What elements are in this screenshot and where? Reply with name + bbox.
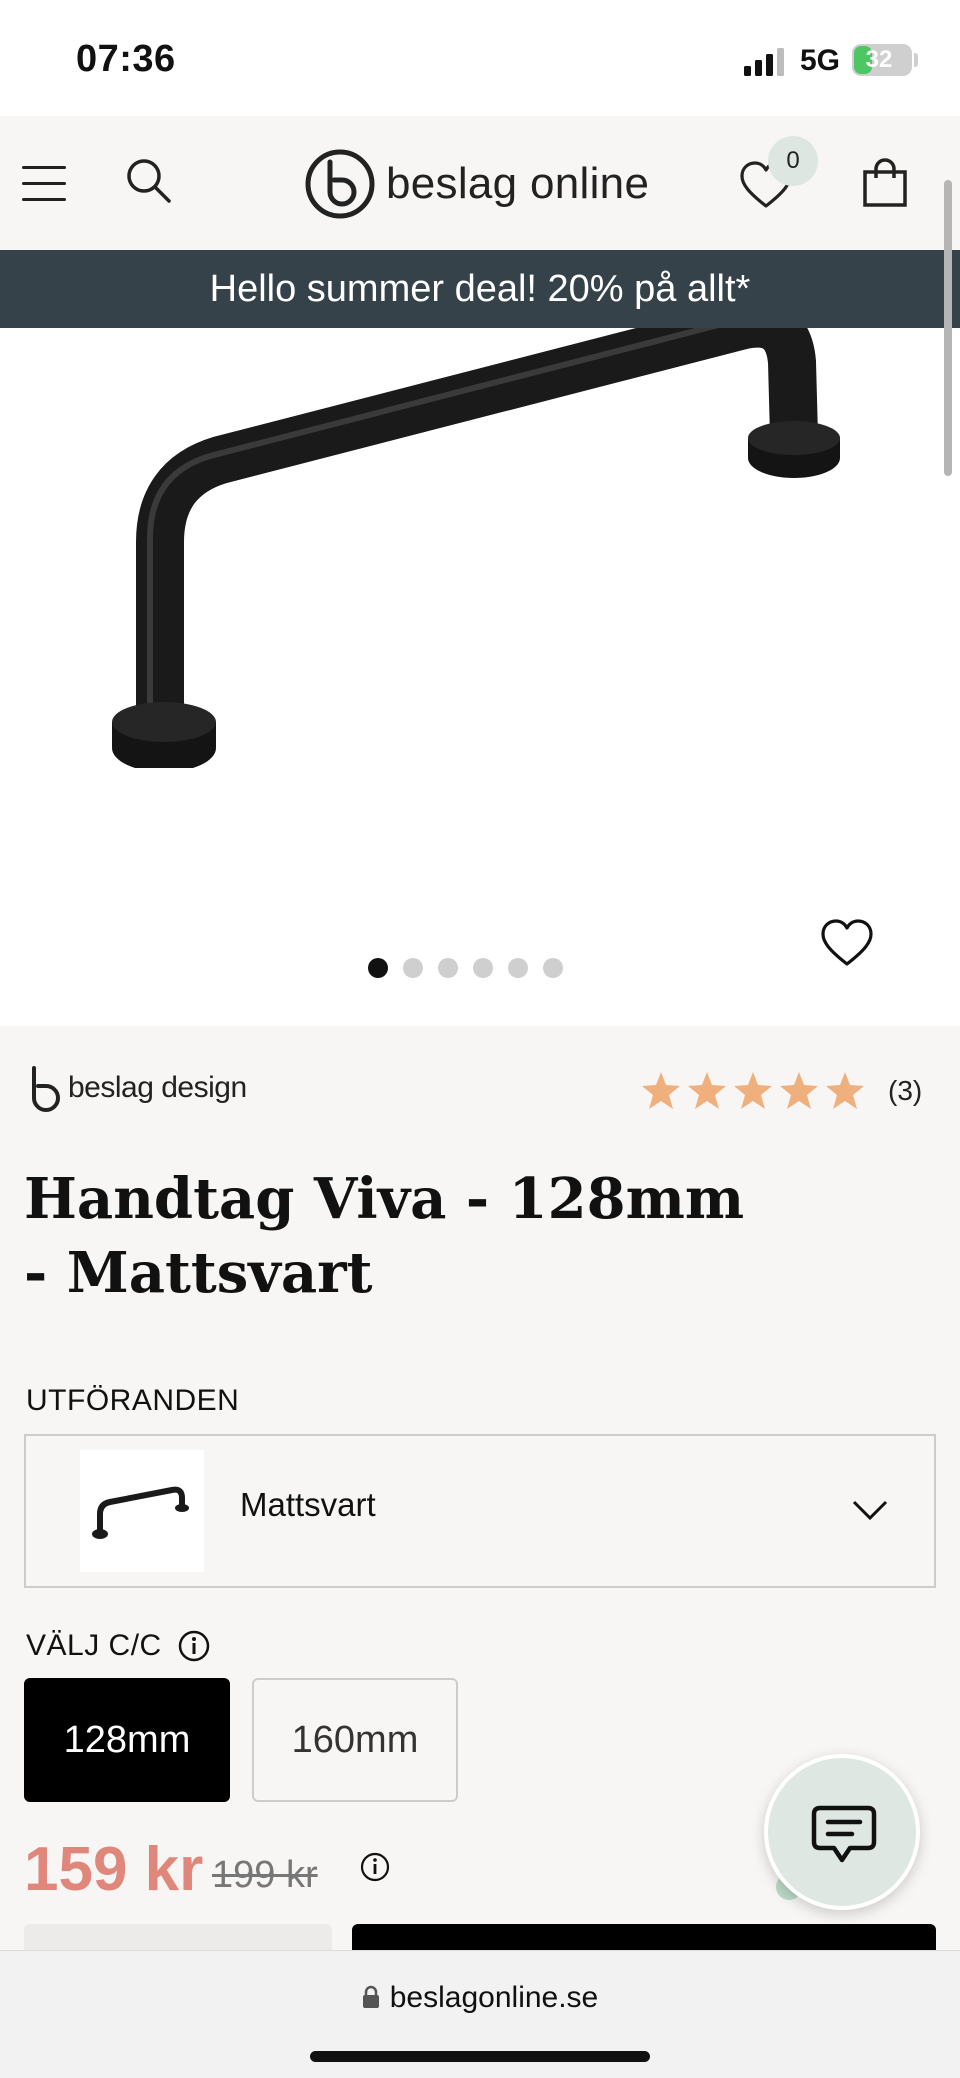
star-icon	[780, 1072, 818, 1109]
rating-stars	[640, 1070, 870, 1112]
menu-button[interactable]	[22, 166, 66, 202]
product-gallery[interactable]	[0, 328, 944, 1026]
add-to-wishlist-icon[interactable]	[818, 916, 876, 970]
gallery-dot[interactable]	[403, 958, 423, 978]
variant-value: Mattsvart	[240, 1486, 376, 1523]
lock-icon	[362, 1985, 379, 2008]
cc-label-text: VÄLJ C/C	[26, 1629, 162, 1662]
battery-icon: 32	[852, 44, 912, 76]
chevron-down-icon	[852, 1500, 888, 1521]
battery-nub	[914, 53, 918, 67]
star-icon	[642, 1072, 680, 1109]
site-logo[interactable]: beslag online	[304, 144, 649, 224]
chat-button[interactable]	[764, 1754, 920, 1910]
variant-select[interactable]: Mattsvart	[24, 1434, 936, 1588]
gallery-dot[interactable]	[543, 958, 563, 978]
network-type: 5G	[800, 44, 841, 77]
chat-icon	[811, 1805, 877, 1863]
product-image[interactable]	[100, 328, 860, 768]
review-count: (3)	[888, 1075, 923, 1106]
product-title: Handtag Viva - 128mm - Mattsvart	[24, 1166, 745, 1306]
logo-text: beslag online	[386, 159, 650, 208]
url-text: beslagonline.se	[389, 1981, 599, 2014]
star-icon	[734, 1072, 772, 1109]
home-indicator[interactable]	[310, 2051, 650, 2062]
shopping-bag-icon[interactable]	[862, 158, 908, 208]
status-time: 07:36	[76, 38, 176, 80]
brand-link[interactable]: beslag design	[26, 1064, 247, 1112]
rating[interactable]: (3)	[640, 1070, 922, 1112]
site-header: beslag online 0	[0, 116, 960, 250]
info-icon[interactable]	[178, 1630, 210, 1662]
gallery-dot[interactable]	[438, 958, 458, 978]
url-field[interactable]: beslagonline.se	[0, 1981, 960, 2015]
brand-name: beslag design	[68, 1071, 247, 1104]
battery-percentage: 32	[865, 46, 893, 73]
gallery-dot[interactable]	[508, 958, 528, 978]
signal-icon	[744, 48, 784, 76]
sale-price: 159 kr	[24, 1835, 204, 1904]
brand-logo-icon	[32, 1066, 60, 1112]
search-icon[interactable]	[124, 156, 174, 206]
star-icon	[826, 1072, 864, 1109]
gallery-dot[interactable]	[473, 958, 493, 978]
logo-mark-icon	[305, 149, 375, 219]
promo-banner[interactable]: Hello summer deal! 20% på allt*	[0, 250, 960, 328]
star-icon	[688, 1072, 726, 1109]
cc-label: VÄLJ C/C	[26, 1629, 210, 1663]
wishlist-count-badge: 0	[768, 136, 818, 186]
price-info-icon[interactable]	[360, 1852, 390, 1882]
status-bar: 07:36 5G 32	[0, 0, 960, 116]
menu-icon	[22, 166, 66, 169]
scrollbar[interactable]	[944, 180, 952, 476]
gallery-pagination[interactable]	[368, 958, 563, 978]
gallery-dot[interactable]	[368, 958, 388, 978]
size-option-160mm[interactable]: 160mm	[252, 1678, 458, 1802]
size-option-128mm[interactable]: 128mm	[24, 1678, 230, 1802]
variant-label: UTFÖRANDEN	[26, 1384, 240, 1417]
browser-address-bar[interactable]: beslagonline.se	[0, 1950, 960, 2078]
original-price: 199 kr	[212, 1854, 318, 1896]
variant-thumbnail	[80, 1450, 204, 1572]
